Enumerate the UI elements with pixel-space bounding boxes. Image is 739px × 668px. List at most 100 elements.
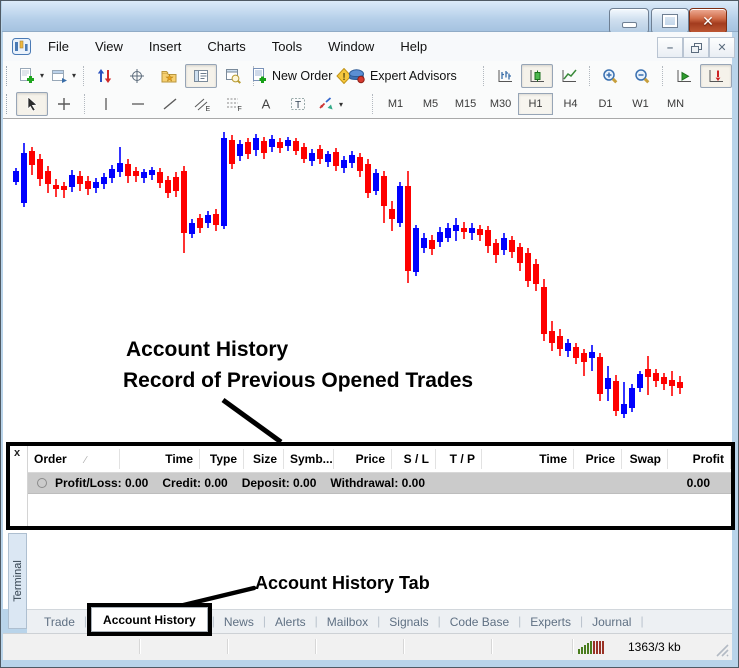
fibonacci-button[interactable]: F xyxy=(218,92,250,116)
crosshair-button[interactable] xyxy=(121,64,153,88)
fibonacci-icon: F xyxy=(225,96,243,112)
cursor-button[interactable] xyxy=(16,92,48,116)
column-header-price[interactable]: Price xyxy=(334,449,392,469)
crosshair-icon xyxy=(128,68,146,84)
new-order-label: New Order xyxy=(271,69,336,83)
tab-news[interactable]: News xyxy=(215,610,263,629)
column-header-symb[interactable]: Symb... xyxy=(284,449,334,469)
balance-record-icon xyxy=(37,478,47,488)
column-header-s-l[interactable]: S / L xyxy=(392,449,436,469)
trendline-button[interactable] xyxy=(154,92,186,116)
timeframe-m1-button[interactable]: M1 xyxy=(378,93,413,115)
favorites-button[interactable]: ★ xyxy=(153,64,185,88)
menu-item-help[interactable]: Help xyxy=(387,32,440,61)
column-header-time[interactable]: Time xyxy=(120,449,200,469)
menu-item-view[interactable]: View xyxy=(82,32,136,61)
terminal-close-button[interactable]: x xyxy=(14,447,20,459)
new-order-icon xyxy=(250,68,268,84)
zoom-out-button[interactable] xyxy=(626,64,658,88)
account-history-table: Order∕TimeTypeSizeSymb...PriceS / LT / P… xyxy=(28,446,731,526)
menu-item-tools[interactable]: Tools xyxy=(259,32,315,61)
horizontal-line-button[interactable] xyxy=(122,92,154,116)
column-header-swap[interactable]: Swap xyxy=(622,449,668,469)
doc-restore-button[interactable] xyxy=(683,37,709,58)
timeframe-w1-button[interactable]: W1 xyxy=(623,93,658,115)
dropdown-caret-icon[interactable]: ▾ xyxy=(72,71,76,80)
tab-code-base[interactable]: Code Base xyxy=(441,610,518,629)
dropdown-caret-icon[interactable]: ▾ xyxy=(339,100,343,109)
annotation-history-subtitle: Record of Previous Opened Trades xyxy=(123,369,473,393)
chart-shift-button[interactable] xyxy=(700,64,732,88)
crosshair-tool-button[interactable] xyxy=(48,92,80,116)
toolbar-separator xyxy=(372,94,374,114)
menu-item-charts[interactable]: Charts xyxy=(194,32,258,61)
timeframe-m30-button[interactable]: M30 xyxy=(483,93,518,115)
mt4-window: ✕ FileViewInsertChartsToolsWindowHelp – … xyxy=(0,0,739,668)
tab-account-history[interactable]: Account History xyxy=(87,603,212,636)
balance-summary-row[interactable]: Profit/Loss: 0.00Credit: 0.00Deposit: 0.… xyxy=(28,473,731,494)
timeframe-h4-button[interactable]: H4 xyxy=(553,93,588,115)
arrows-icon xyxy=(317,96,335,112)
timeframe-m15-button[interactable]: M15 xyxy=(448,93,483,115)
tab-trade[interactable]: Trade xyxy=(35,610,84,629)
maximize-icon xyxy=(663,15,677,27)
new-chart-button[interactable]: ▾ xyxy=(15,64,47,88)
strategy-tester-button[interactable] xyxy=(217,64,249,88)
close-button[interactable]: ✕ xyxy=(689,8,727,34)
timeframe-d1-button[interactable]: D1 xyxy=(588,93,623,115)
open-profiles-button[interactable]: ▾ xyxy=(47,64,79,88)
tab-signals[interactable]: Signals xyxy=(380,610,437,629)
auto-scroll-button[interactable] xyxy=(668,64,700,88)
menu-item-insert[interactable]: Insert xyxy=(136,32,195,61)
timeframe-mn-button[interactable]: MN xyxy=(658,93,693,115)
doc-minimize-button[interactable]: – xyxy=(657,37,683,58)
menu-item-window[interactable]: Window xyxy=(315,32,387,61)
resize-grip[interactable] xyxy=(714,642,729,662)
svg-text:!: ! xyxy=(342,72,345,83)
tab-experts[interactable]: Experts xyxy=(521,610,580,629)
maximize-button[interactable] xyxy=(651,8,689,34)
restore-icon xyxy=(691,43,702,53)
text-label-button[interactable]: T xyxy=(282,92,314,116)
menu-item-file[interactable]: File xyxy=(35,32,82,61)
favorites-icon: ★ xyxy=(160,68,178,84)
doc-close-button[interactable]: ✕ xyxy=(709,37,735,58)
candlestick-chart-button[interactable] xyxy=(521,64,553,88)
connection-bars-icon xyxy=(578,640,604,654)
tab-alerts[interactable]: Alerts xyxy=(266,610,315,629)
timeframe-h1-button[interactable]: H1 xyxy=(518,93,553,115)
column-header-profit[interactable]: Profit xyxy=(668,449,731,469)
expert-advisors-label: Expert Advisors xyxy=(369,69,461,83)
column-header-price-2[interactable]: Price xyxy=(574,449,622,469)
svg-text:F: F xyxy=(238,106,242,112)
zoom-in-button[interactable] xyxy=(594,64,626,88)
title-bar[interactable]: ✕ xyxy=(2,1,738,32)
vertical-line-icon xyxy=(97,96,115,112)
profit-total: 0.00 xyxy=(687,476,717,490)
svg-text:A: A xyxy=(262,97,271,112)
column-header-time-2[interactable]: Time xyxy=(482,449,574,469)
column-header-order[interactable]: Order∕ xyxy=(28,449,120,469)
terminal-toggle-icon xyxy=(192,68,210,84)
column-header-t-p[interactable]: T / P xyxy=(436,449,482,469)
new-order-button[interactable]: New Order xyxy=(258,64,328,88)
equidistant-channel-button[interactable]: E xyxy=(186,92,218,116)
arrows-button[interactable]: ▾ xyxy=(314,92,346,116)
summary-items: Profit/Loss: 0.00Credit: 0.00Deposit: 0.… xyxy=(55,476,439,490)
column-header-size[interactable]: Size xyxy=(244,449,284,469)
dropdown-caret-icon[interactable]: ▾ xyxy=(40,71,44,80)
minimize-button[interactable] xyxy=(609,8,649,34)
vertical-line-button[interactable] xyxy=(90,92,122,116)
timeframe-m5-button[interactable]: M5 xyxy=(413,93,448,115)
tab-mailbox[interactable]: Mailbox xyxy=(318,610,377,629)
text-button[interactable]: A xyxy=(250,92,282,116)
tab-journal[interactable]: Journal xyxy=(583,610,640,629)
bar-chart-button[interactable] xyxy=(489,64,521,88)
column-header-type[interactable]: Type xyxy=(200,449,244,469)
terminal-toggle-button[interactable] xyxy=(185,64,217,88)
tick-chart-button[interactable] xyxy=(89,64,121,88)
line-chart-button[interactable] xyxy=(553,64,585,88)
annotation-tab-note: Account History Tab xyxy=(255,573,430,594)
terminal-side-tab[interactable]: Terminal xyxy=(8,533,27,629)
expert-advisors-button[interactable]: Expert Advisors xyxy=(360,64,449,88)
